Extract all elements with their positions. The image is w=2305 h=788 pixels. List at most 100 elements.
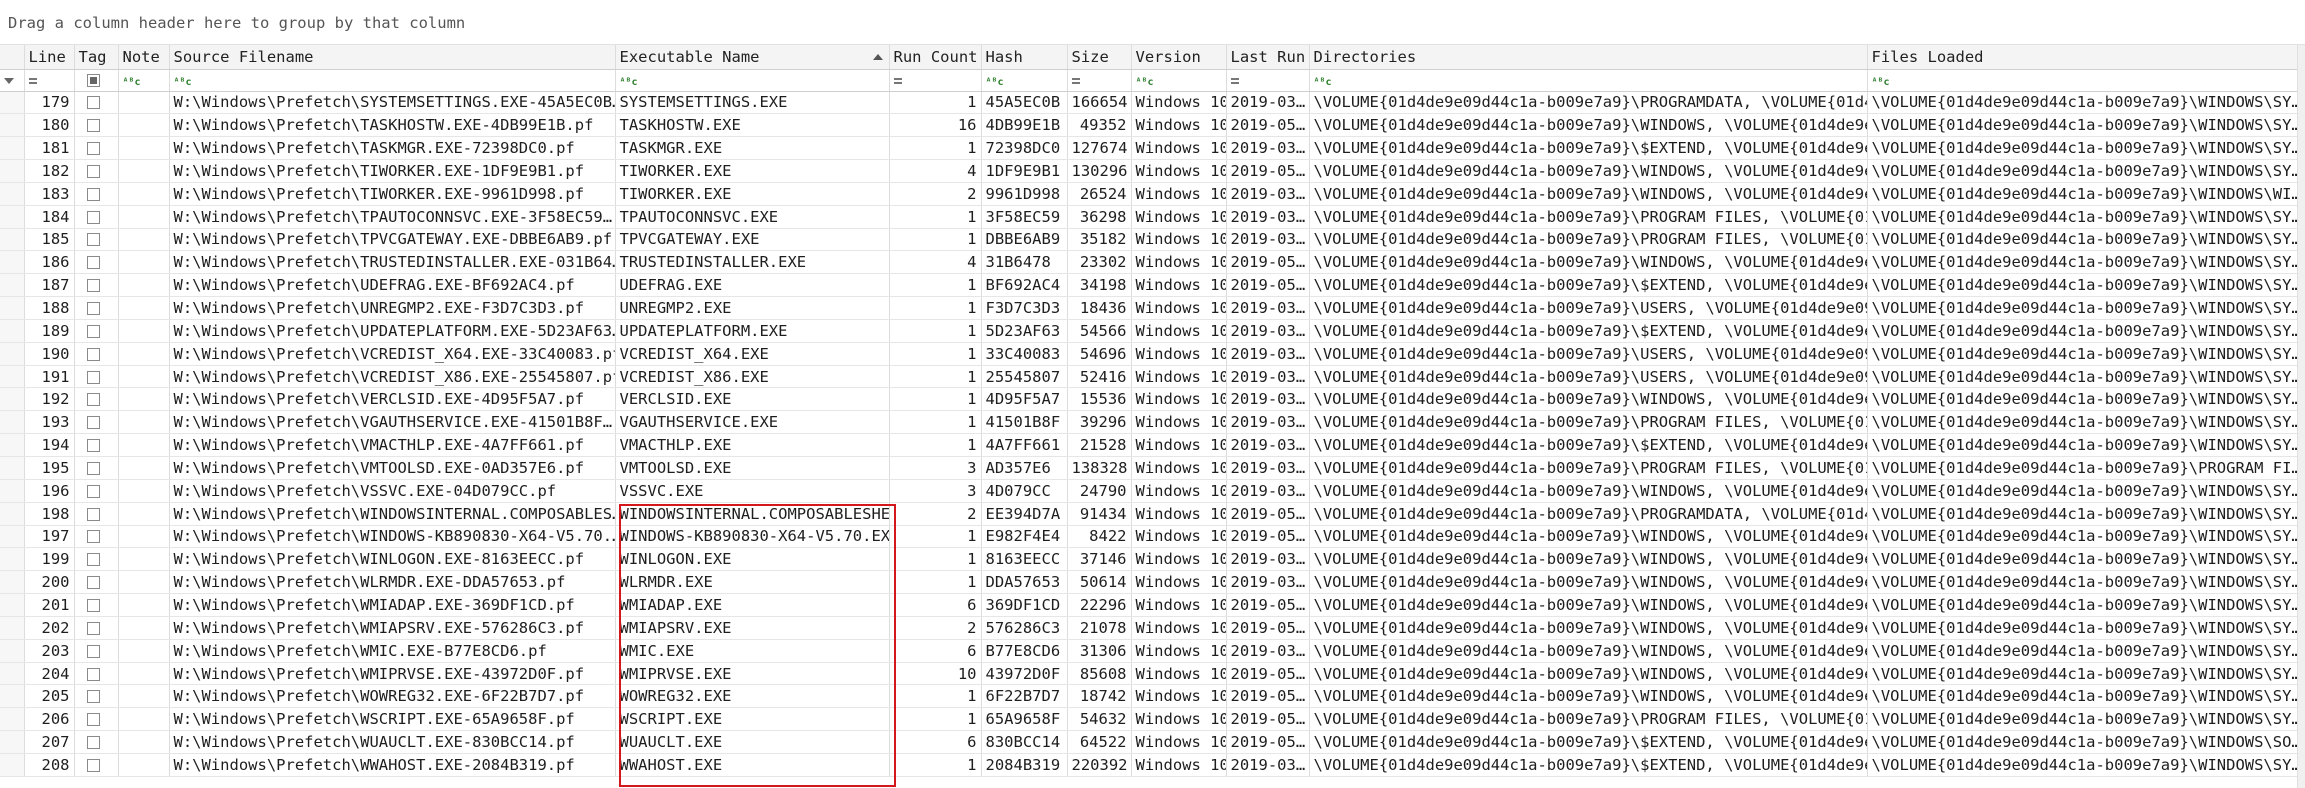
row-indicator-cell[interactable] xyxy=(0,479,25,503)
filter-cell-size[interactable] xyxy=(1067,69,1132,92)
executable-name-cell[interactable]: TASKHOSTW.EXE xyxy=(615,113,890,138)
equals-filter-icon[interactable] xyxy=(1071,77,1080,84)
directories-cell[interactable]: \VOLUME{01d4de9e09d44c1a-b009e7a9}\WINDO… xyxy=(1309,250,1868,275)
row-indicator-cell[interactable] xyxy=(0,182,25,206)
version-cell[interactable]: Windows 10 xyxy=(1131,616,1227,640)
tag-checkbox[interactable] xyxy=(86,324,100,338)
executable-name-cell[interactable]: WINDOWSINTERNAL.COMPOSABLESHE xyxy=(615,502,890,526)
tag-cell[interactable] xyxy=(74,502,119,526)
last-run-cell[interactable]: 2019-05… xyxy=(1226,707,1310,732)
filter-cell-tag[interactable] xyxy=(74,69,119,92)
equals-filter-icon[interactable] xyxy=(1230,77,1239,84)
run-count-cell[interactable]: 4 xyxy=(889,159,982,183)
version-cell[interactable]: Windows 10 xyxy=(1131,342,1227,366)
source-filename-cell[interactable]: W:\Windows\Prefetch\VMTOOLSD.EXE-0AD357E… xyxy=(169,456,616,480)
files-loaded-cell[interactable]: \VOLUME{01d4de9e09d44c1a-b009e7a9}\WINDO… xyxy=(1867,228,2298,252)
last-run-cell[interactable]: 2019-05… xyxy=(1226,159,1310,183)
executable-name-cell[interactable]: VGAUTHSERVICE.EXE xyxy=(615,410,890,435)
tag-cell[interactable] xyxy=(74,433,119,457)
directories-cell[interactable]: \VOLUME{01d4de9e09d44c1a-b009e7a9}\PROGR… xyxy=(1309,91,1868,115)
source-filename-cell[interactable]: W:\Windows\Prefetch\TRUSTEDINSTALLER.EXE… xyxy=(169,250,616,275)
hash-cell[interactable]: 45A5EC0B xyxy=(981,91,1068,115)
tag-checkbox[interactable] xyxy=(86,598,100,612)
row-indicator-cell[interactable] xyxy=(0,387,25,412)
line-cell[interactable]: 187 xyxy=(24,273,75,298)
version-cell[interactable]: Windows 10 xyxy=(1131,365,1227,389)
tag-checkbox[interactable] xyxy=(86,530,100,544)
tag-checkbox[interactable] xyxy=(86,507,100,521)
size-cell[interactable]: 35182 xyxy=(1067,228,1132,252)
version-cell[interactable]: Windows 10 xyxy=(1131,639,1227,663)
note-cell[interactable] xyxy=(118,205,170,229)
table-row[interactable]: 183 W:\Windows\Prefetch\TIWORKER.EXE-9961… xyxy=(0,182,2298,206)
files-loaded-cell[interactable]: \VOLUME{01d4de9e09d44c1a-b009e7a9}\WINDO… xyxy=(1867,479,2298,503)
line-cell[interactable]: 201 xyxy=(24,593,75,617)
source-filename-cell[interactable]: W:\Windows\Prefetch\VSSVC.EXE-04D079CC.p… xyxy=(169,479,616,503)
executable-name-cell[interactable]: TASKMGR.EXE xyxy=(615,136,890,161)
run-count-cell[interactable]: 1 xyxy=(889,342,982,366)
note-cell[interactable] xyxy=(118,456,170,480)
version-cell[interactable]: Windows 10 xyxy=(1131,319,1227,343)
source-filename-cell[interactable]: W:\Windows\Prefetch\TPVCGATEWAY.EXE-DBBE… xyxy=(169,228,616,252)
files-loaded-cell[interactable]: \VOLUME{01d4de9e09d44c1a-b009e7a9}\WINDO… xyxy=(1867,182,2298,206)
executable-name-cell[interactable]: UNREGMP2.EXE xyxy=(615,296,890,320)
files-loaded-cell[interactable]: \VOLUME{01d4de9e09d44c1a-b009e7a9}\WINDO… xyxy=(1867,616,2298,640)
hash-cell[interactable]: 3F58EC59 xyxy=(981,205,1068,229)
size-cell[interactable]: 91434 xyxy=(1067,502,1132,526)
line-cell[interactable]: 204 xyxy=(24,662,75,686)
hash-cell[interactable]: 4DB99E1B xyxy=(981,113,1068,138)
hash-cell[interactable]: B77E8CD6 xyxy=(981,639,1068,663)
source-filename-cell[interactable]: W:\Windows\Prefetch\WMIADAP.EXE-369DF1CD… xyxy=(169,593,616,617)
tag-cell[interactable] xyxy=(74,250,119,275)
row-indicator-cell[interactable] xyxy=(0,136,25,161)
size-cell[interactable]: 8422 xyxy=(1067,525,1132,549)
tag-checkbox[interactable] xyxy=(86,96,100,110)
size-cell[interactable]: 130296 xyxy=(1067,159,1132,183)
hash-cell[interactable]: 8163EECC xyxy=(981,547,1068,572)
table-row[interactable]: 187 W:\Windows\Prefetch\UDEFRAG.EXE-BF692… xyxy=(0,273,2298,298)
size-cell[interactable]: 220392 xyxy=(1067,753,1132,777)
files-loaded-cell[interactable]: \VOLUME{01d4de9e09d44c1a-b009e7a9}\WINDO… xyxy=(1867,273,2298,298)
run-count-cell[interactable]: 1 xyxy=(889,319,982,343)
note-cell[interactable] xyxy=(118,593,170,617)
line-cell[interactable]: 190 xyxy=(24,342,75,366)
note-cell[interactable] xyxy=(118,159,170,183)
line-cell[interactable]: 188 xyxy=(24,296,75,320)
last-run-cell[interactable]: 2019-03… xyxy=(1226,410,1310,435)
hash-cell[interactable]: 9961D998 xyxy=(981,182,1068,206)
column-header-run-count[interactable]: Run Count xyxy=(889,45,982,70)
tag-cell[interactable] xyxy=(74,753,119,777)
directories-cell[interactable]: \VOLUME{01d4de9e09d44c1a-b009e7a9}\PROGR… xyxy=(1309,502,1868,526)
executable-name-cell[interactable]: UDEFRAG.EXE xyxy=(615,273,890,298)
version-cell[interactable]: Windows 10 xyxy=(1131,91,1227,115)
column-header-tag[interactable]: Tag xyxy=(74,45,119,70)
run-count-cell[interactable]: 1 xyxy=(889,707,982,732)
row-indicator-cell[interactable] xyxy=(0,228,25,252)
run-count-cell[interactable]: 1 xyxy=(889,753,982,777)
run-count-cell[interactable]: 6 xyxy=(889,730,982,754)
size-cell[interactable]: 26524 xyxy=(1067,182,1132,206)
tag-checkbox[interactable] xyxy=(86,210,100,224)
tag-cell[interactable] xyxy=(74,662,119,686)
source-filename-cell[interactable]: W:\Windows\Prefetch\VGAUTHSERVICE.EXE-41… xyxy=(169,410,616,435)
table-row[interactable]: 199 W:\Windows\Prefetch\WINLOGON.EXE-8163… xyxy=(0,547,2298,572)
run-count-cell[interactable]: 1 xyxy=(889,525,982,549)
source-filename-cell[interactable]: W:\Windows\Prefetch\WINLOGON.EXE-8163EEC… xyxy=(169,547,616,572)
row-indicator-cell[interactable] xyxy=(0,91,25,115)
tag-checkbox[interactable] xyxy=(86,736,100,750)
source-filename-cell[interactable]: W:\Windows\Prefetch\WUAUCLT.EXE-830BCC14… xyxy=(169,730,616,754)
note-cell[interactable] xyxy=(118,410,170,435)
table-row[interactable]: 191 W:\Windows\Prefetch\VCREDIST_X86.EXE-… xyxy=(0,365,2298,389)
directories-cell[interactable]: \VOLUME{01d4de9e09d44c1a-b009e7a9}\WINDO… xyxy=(1309,593,1868,617)
row-indicator-cell[interactable] xyxy=(0,296,25,320)
table-row[interactable]: 181 W:\Windows\Prefetch\TASKMGR.EXE-72398… xyxy=(0,136,2298,161)
last-run-cell[interactable]: 2019-03… xyxy=(1226,342,1310,366)
filter-cell-version[interactable]: ᴬᴮc xyxy=(1131,69,1227,92)
line-cell[interactable]: 184 xyxy=(24,205,75,229)
line-cell[interactable]: 207 xyxy=(24,730,75,754)
line-cell[interactable]: 180 xyxy=(24,113,75,138)
directories-cell[interactable]: \VOLUME{01d4de9e09d44c1a-b009e7a9}\PROGR… xyxy=(1309,205,1868,229)
abc-contains-icon[interactable]: ᴬᴮc xyxy=(174,77,192,88)
last-run-cell[interactable]: 2019-03… xyxy=(1226,136,1310,161)
version-cell[interactable]: Windows 10 xyxy=(1131,547,1227,572)
